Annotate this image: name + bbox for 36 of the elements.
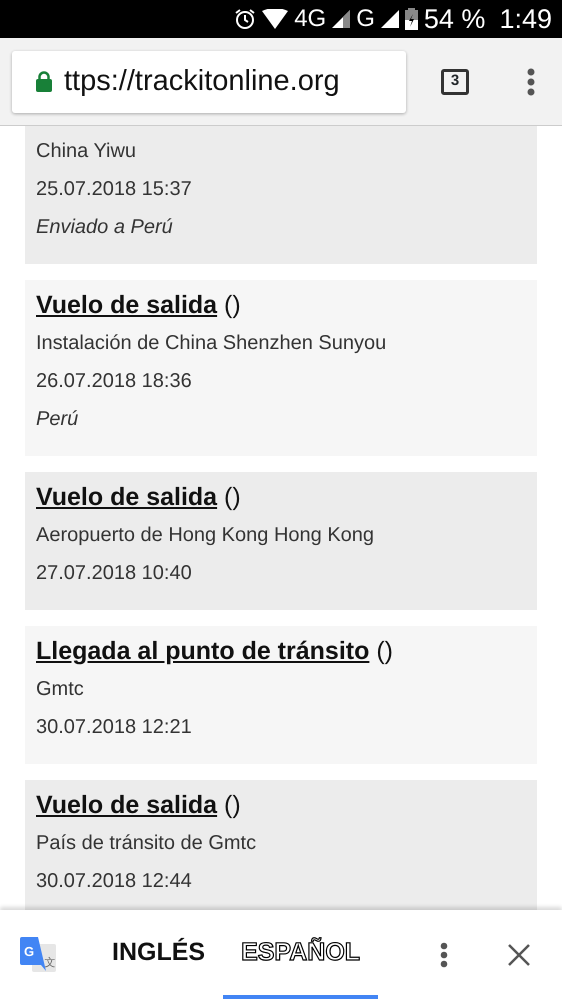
event-link[interactable]: Vuelo de salida	[36, 483, 218, 511]
event-datetime: 30.07.2018 12:21	[36, 715, 193, 740]
clock: 1:49	[499, 2, 552, 36]
event-location: Instalación de China Shenzhen Sunyou	[36, 331, 388, 356]
event-location: País de tránsito de Gmtc	[36, 831, 258, 856]
event-datetime: 27.07.2018 10:40	[36, 561, 193, 586]
network-label: 4G	[294, 4, 326, 34]
event-datetime: 30.07.2018 12:44	[36, 869, 193, 894]
event-datetime: 26.07.2018 18:36	[36, 369, 193, 394]
event-location: China Yiwu	[36, 139, 138, 164]
network-label: G	[356, 4, 375, 34]
event-note: Perú	[36, 407, 80, 432]
signal-icon	[332, 10, 350, 28]
signal-icon	[380, 10, 399, 28]
event-title: Vuelo de salida ()	[36, 790, 242, 821]
event-location: Gmtc	[36, 677, 85, 702]
tab-count-button[interactable]: 3	[441, 68, 469, 94]
more-icon[interactable]	[440, 942, 448, 968]
alarm-icon	[234, 8, 256, 30]
battery-level: 54 %	[424, 2, 486, 36]
battery-icon	[404, 8, 418, 30]
event-title: Llegada al punto de tránsito ()	[36, 636, 394, 667]
close-icon[interactable]	[508, 944, 530, 966]
event-title: Vuelo de salida ()	[36, 482, 242, 513]
event-datetime: 25.07.2018 15:37	[36, 177, 193, 202]
event-link[interactable]: Vuelo de salida	[36, 791, 218, 819]
event-note: Enviado a Perú	[36, 215, 174, 240]
language-tab[interactable]: ESPAÑOL	[223, 910, 378, 999]
event-link[interactable]: Llegada al punto de tránsito	[36, 637, 370, 665]
language-tab[interactable]: INGLÉS	[94, 910, 224, 999]
event-link[interactable]: Vuelo de salida	[36, 291, 218, 319]
event-title: Vuelo de salida ()	[36, 290, 242, 321]
wifi-icon	[262, 9, 288, 29]
event-location: Aeropuerto de Hong Kong Hong Kong	[36, 523, 376, 548]
address-bar[interactable]: ttps://trackitonline.org	[12, 50, 406, 112]
menu-icon[interactable]	[527, 68, 535, 96]
